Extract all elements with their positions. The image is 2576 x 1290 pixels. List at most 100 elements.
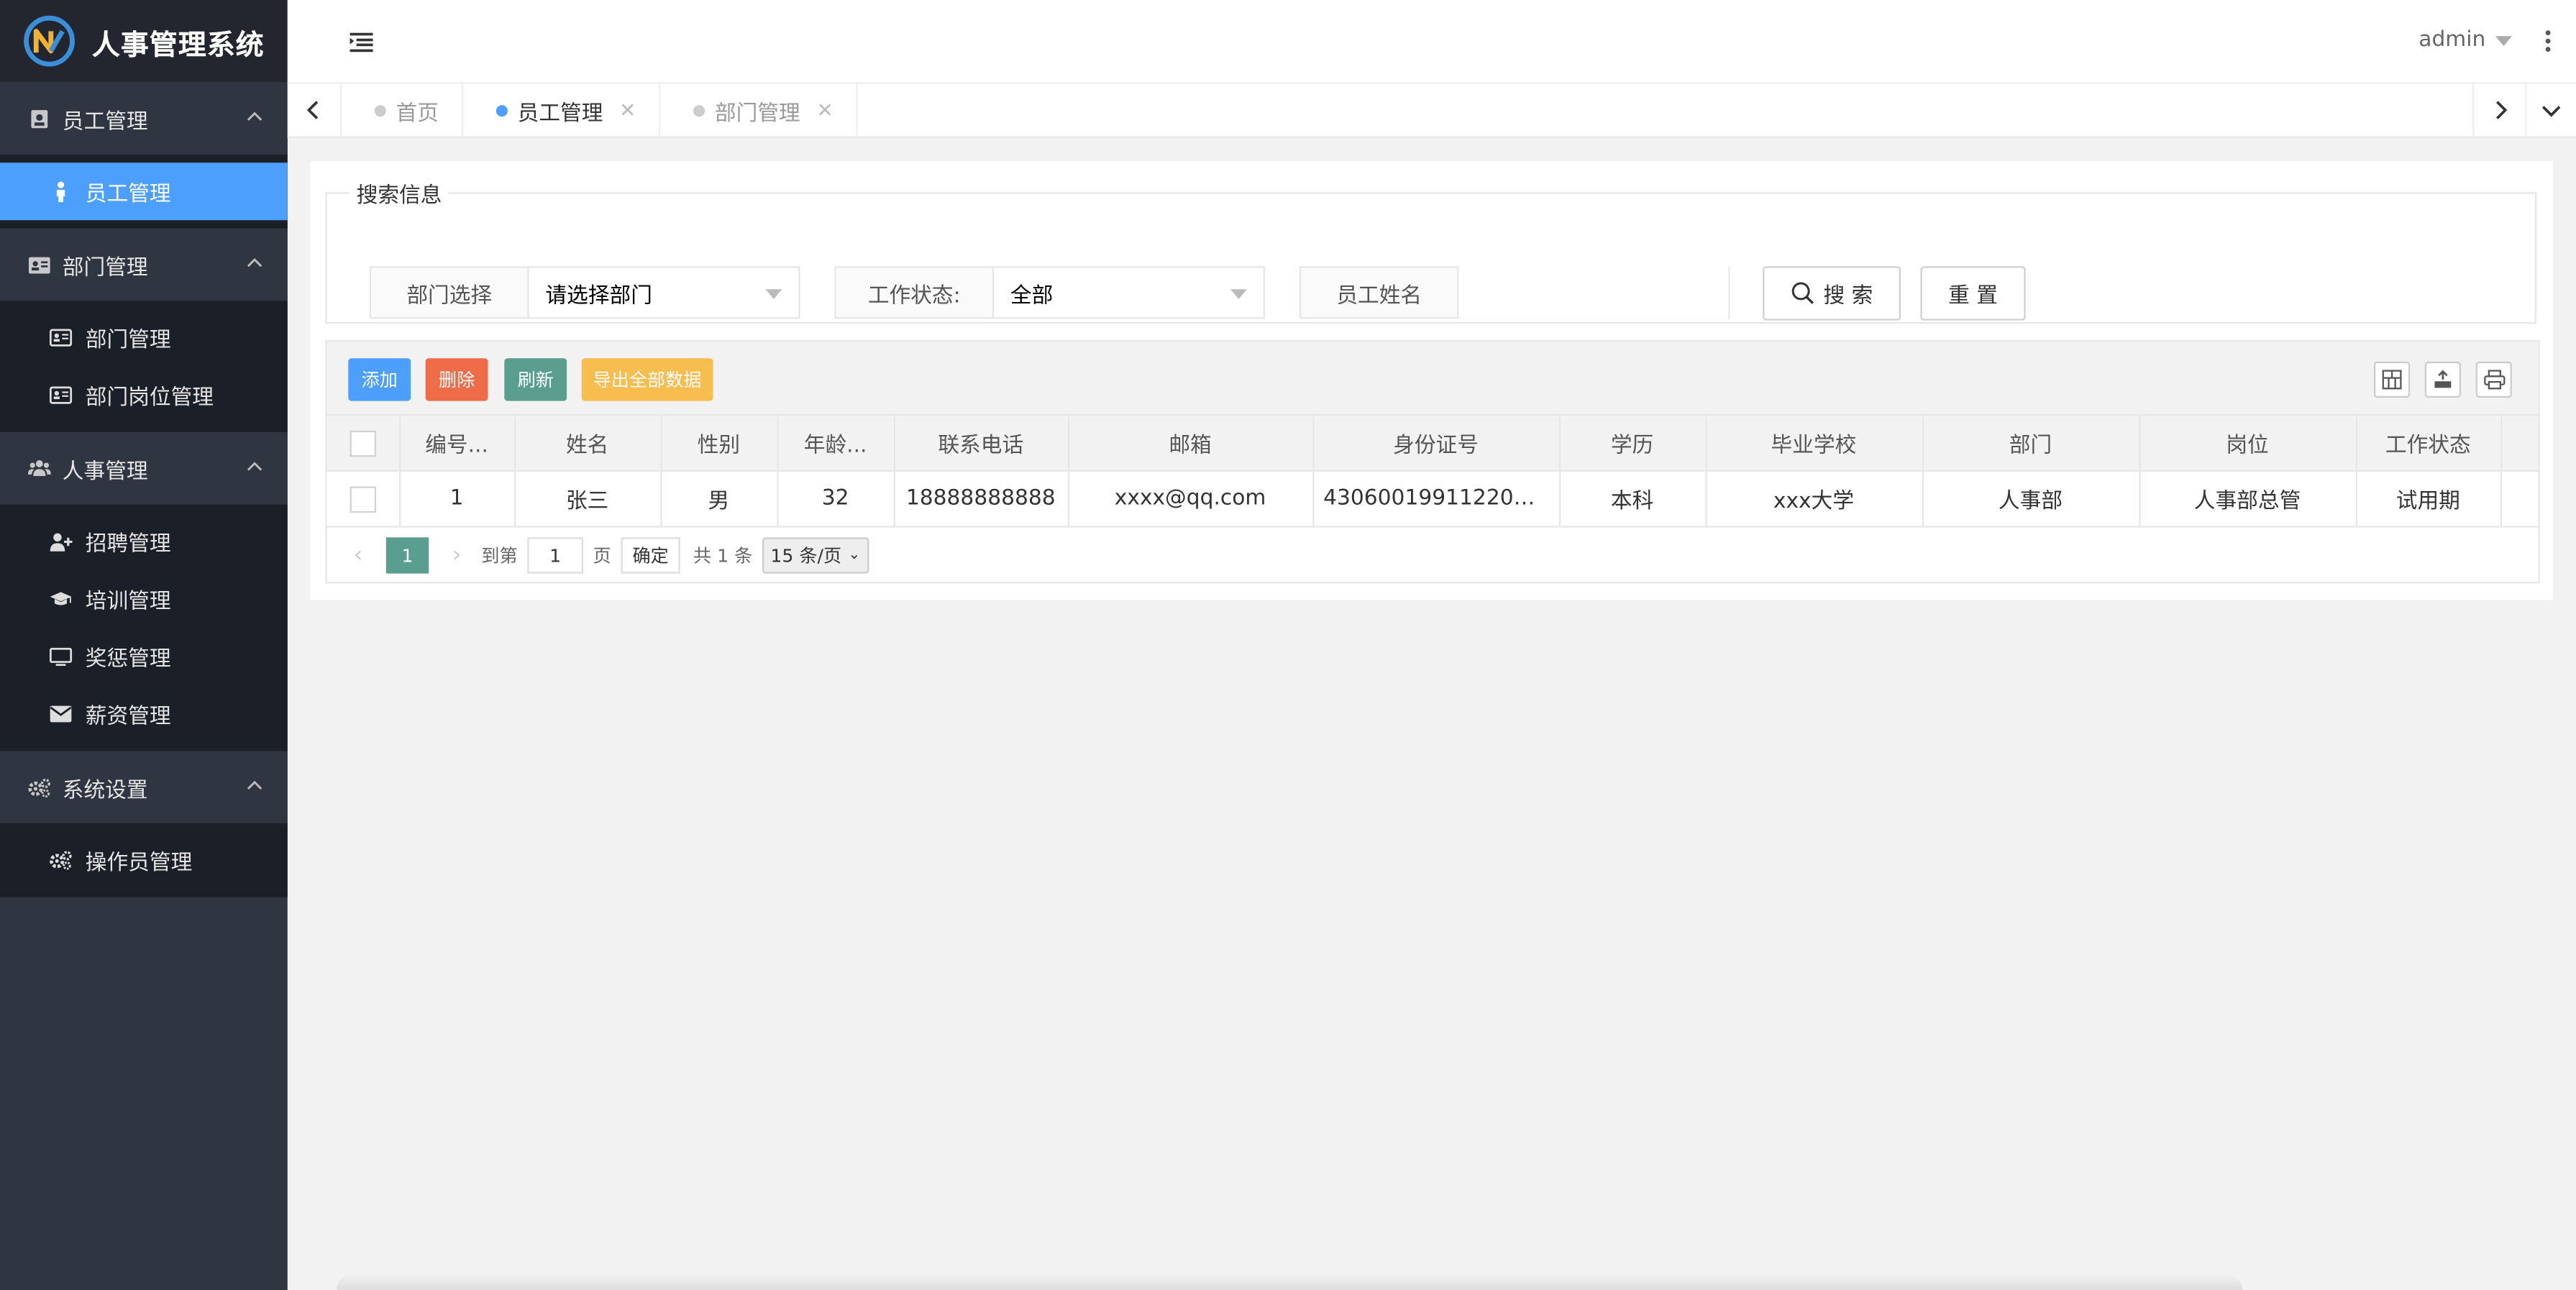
reset-button[interactable]: 重 置: [1920, 266, 2026, 321]
goto-page-input[interactable]: 1: [527, 537, 583, 574]
chevron-up-icon: [247, 257, 262, 267]
cogs-icon: [50, 848, 73, 872]
sidebar-item-salary[interactable]: 薪资管理: [0, 685, 288, 743]
tab-dot: [495, 104, 508, 116]
chevron-up-icon: [247, 462, 262, 471]
sidebar-item-label: 操作员管理: [85, 851, 193, 877]
pagination: ‹ 1 › 到第 1 页 确定 共 1 条 15 条/页 ⌄: [327, 528, 2539, 584]
employee-name-wrapper: [1458, 266, 1729, 319]
app-logo-bar: 人事管理系统: [0, 0, 288, 83]
sidebar-item-label: 部门管理: [85, 329, 171, 354]
table-row[interactable]: 1 张三 男 32 18888888888 xxxx@qq.com 430600…: [326, 470, 2539, 528]
nav-group-label: 系统设置: [62, 778, 148, 803]
table-cell: 18888888888: [893, 470, 1069, 528]
column-header[interactable]: 邮箱: [1067, 416, 1314, 472]
table-cell: 人事部: [1922, 470, 2140, 528]
search-panel: 搜索信息 部门选择 请选择部门 工作状态: 全部 员工姓名 搜 索 重 置: [325, 177, 2537, 324]
column-header[interactable]: 学历: [1558, 416, 1707, 472]
search-button-label: 搜 索: [1823, 284, 1873, 309]
tab-scroll-left-button[interactable]: [288, 83, 342, 137]
top-header: admin: [287, 0, 2576, 84]
column-filter-button[interactable]: [2373, 361, 2411, 398]
column-header[interactable]: 联系电话: [893, 416, 1069, 472]
sidebar-item-employee-management[interactable]: 员工管理: [0, 163, 288, 221]
tab-department-management[interactable]: 部门管理 ✕: [661, 83, 858, 137]
tab-label: 部门管理: [714, 101, 800, 126]
envelope-icon: [50, 703, 73, 726]
next-page-icon[interactable]: ›: [442, 541, 472, 570]
nav-group-employee[interactable]: 员工管理: [0, 82, 288, 155]
user-plus-icon: [50, 530, 73, 553]
close-icon[interactable]: ✕: [619, 99, 636, 122]
caret-down-icon: [2495, 35, 2512, 45]
sidebar-item-label: 部门岗位管理: [85, 386, 214, 411]
column-header[interactable]: 性别: [660, 416, 778, 472]
export-icon: [2434, 370, 2452, 388]
logo-icon: [24, 15, 75, 67]
search-button[interactable]: 搜 索: [1763, 266, 1901, 321]
work-status-value: 全部: [1010, 283, 1054, 308]
sidebar-toggle-icon[interactable]: [348, 28, 375, 55]
prev-page-icon[interactable]: ‹: [343, 541, 373, 570]
print-button[interactable]: [2475, 361, 2512, 398]
export-all-button[interactable]: 导出全部数据: [581, 358, 713, 401]
nav-group-label: 部门管理: [62, 255, 148, 280]
tab-employee-management[interactable]: 员工管理 ✕: [463, 83, 661, 137]
table-cell-spacer: [2500, 470, 2539, 528]
user-menu[interactable]: admin: [2419, 28, 2512, 52]
sidebar-item-department-post-management[interactable]: 部门岗位管理: [0, 367, 288, 424]
chevron-down-icon: ⌄: [848, 547, 861, 564]
tab-scroll-right-button[interactable]: [2472, 83, 2526, 137]
nav-group-department[interactable]: 部门管理: [0, 228, 288, 301]
column-header[interactable]: 毕业学校: [1705, 416, 1923, 472]
department-select-label: 部门选择: [371, 267, 529, 318]
column-header[interactable]: 部门: [1922, 416, 2140, 472]
row-checkbox[interactable]: [350, 485, 376, 512]
page-size-select[interactable]: 15 条/页 ⌄: [762, 537, 869, 574]
sidebar-item-label: 员工管理: [85, 182, 171, 207]
refresh-button[interactable]: 刷新: [504, 358, 567, 401]
delete-button[interactable]: 删除: [425, 358, 488, 401]
column-header[interactable]: 身份证号: [1312, 416, 1561, 472]
nav-group-hr[interactable]: 人事管理: [0, 432, 288, 505]
export-button[interactable]: [2424, 361, 2462, 398]
sidebar-item-department-management[interactable]: 部门管理: [0, 309, 288, 367]
more-vertical-icon[interactable]: [2540, 27, 2557, 56]
column-header[interactable]: 岗位: [2139, 416, 2357, 472]
search-icon: [1791, 282, 1814, 304]
department-select[interactable]: 请选择部门: [529, 268, 799, 318]
column-header[interactable]: 编号...: [399, 416, 516, 472]
chevron-left-icon: [306, 101, 319, 119]
select-all-checkbox[interactable]: [350, 429, 376, 457]
sidebar-item-label: 培训管理: [85, 590, 171, 615]
tab-dot: [374, 104, 386, 116]
graduation-cap-icon: [50, 587, 73, 610]
column-header[interactable]: 工作状态: [2355, 416, 2501, 472]
tab-menu-button[interactable]: [2525, 83, 2576, 137]
reset-button-label: 重 置: [1948, 284, 1998, 309]
sidebar-item-reward-punishment[interactable]: 奖惩管理: [0, 628, 288, 685]
sidebar-item-training[interactable]: 培训管理: [0, 570, 288, 628]
nav-group-system-settings[interactable]: 系统设置: [0, 751, 288, 823]
add-button[interactable]: 添加: [348, 358, 411, 401]
employee-name-field: 员工姓名: [1299, 266, 1730, 319]
work-status-select[interactable]: 全部: [994, 268, 1264, 318]
column-header[interactable]: 年龄...: [777, 416, 895, 472]
employee-name-input[interactable]: [1458, 266, 1729, 319]
sidebar-item-operator-management[interactable]: 操作员管理: [0, 831, 288, 889]
department-select-field: 部门选择 请选择部门: [369, 266, 800, 319]
current-page[interactable]: 1: [385, 537, 429, 574]
table-cell: 试用期: [2355, 470, 2501, 528]
chevron-up-icon: [247, 111, 262, 121]
table-cell: 4306001991122000...: [1312, 470, 1561, 528]
tab-home[interactable]: 首页: [342, 83, 464, 137]
column-header-spacer: [2500, 416, 2539, 472]
table-cell: 本科: [1558, 470, 1707, 528]
users-icon: [27, 457, 51, 480]
address-card-icon: [28, 253, 51, 276]
refresh-button-label: 刷新: [517, 370, 554, 391]
close-icon[interactable]: ✕: [817, 99, 833, 122]
goto-confirm-button[interactable]: 确定: [621, 537, 680, 574]
sidebar-item-recruitment[interactable]: 招聘管理: [0, 513, 288, 570]
column-header[interactable]: 姓名: [514, 416, 662, 472]
